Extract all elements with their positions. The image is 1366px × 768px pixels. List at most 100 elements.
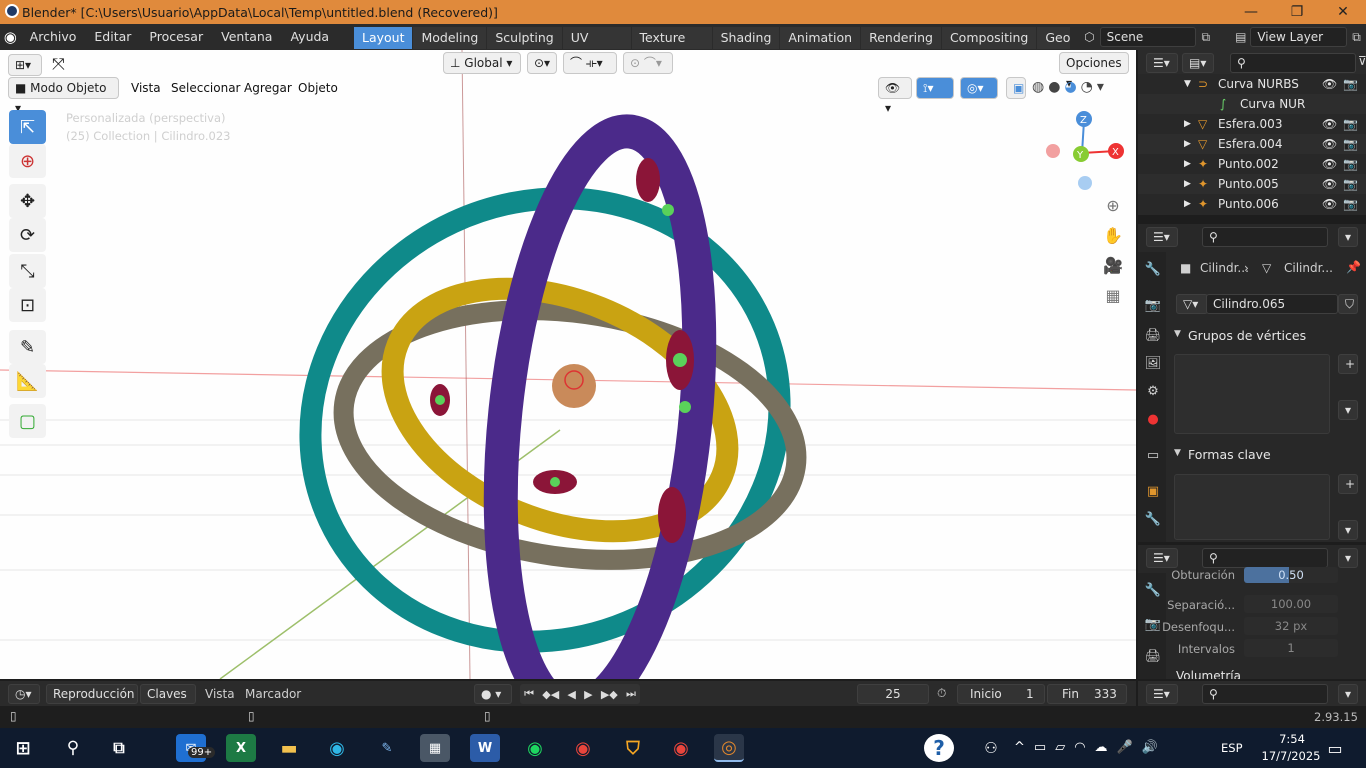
- mesh-name-field[interactable]: Cilindro.065: [1206, 294, 1338, 314]
- annotate-tool[interactable]: ✎: [9, 330, 46, 364]
- add-cube-tool[interactable]: ▢: [9, 404, 46, 438]
- current-frame-field[interactable]: 25: [857, 684, 929, 704]
- scene-tab-icon[interactable]: ⚙: [1144, 384, 1162, 402]
- jump-start-icon[interactable]: ⏮: [524, 687, 534, 701]
- shape-keys-collapse-icon[interactable]: ▼: [1174, 448, 1181, 458]
- transform-icon[interactable]: ⤧: [52, 54, 65, 74]
- spotify-icon[interactable]: ◉: [520, 734, 550, 762]
- word-icon[interactable]: W: [470, 734, 500, 762]
- transform-orientation-dropdown[interactable]: ⊥ Global ▾: [443, 52, 521, 74]
- xray-toggle[interactable]: ▣: [1006, 77, 1026, 99]
- pan-hand-icon[interactable]: ✋: [1102, 226, 1124, 248]
- shading-dropdown-icon[interactable]: ▾: [1097, 79, 1104, 95]
- next-keyframe-icon[interactable]: ▶◆: [601, 688, 618, 701]
- gizmo-toggle[interactable]: ⟟▾: [916, 77, 954, 99]
- tool-tab-icon[interactable]: 🔧: [1144, 262, 1162, 280]
- add-shape-key-button[interactable]: +: [1338, 474, 1358, 494]
- collapse-arrow-icon[interactable]: ▼: [1184, 79, 1198, 89]
- solid-shading-icon[interactable]: ●: [1048, 79, 1060, 95]
- task-view-icon[interactable]: ⧉: [104, 734, 134, 762]
- view-layer-field[interactable]: View Layer: [1250, 27, 1347, 47]
- excel-icon[interactable]: X: [226, 734, 256, 762]
- volume-icon[interactable]: 🔊: [1142, 740, 1158, 755]
- properties-options-button[interactable]: ▾: [1338, 548, 1358, 568]
- calculator-icon[interactable]: ▦: [420, 734, 450, 762]
- collection-tab-icon[interactable]: ▭: [1144, 448, 1162, 466]
- properties-options-button[interactable]: ▾: [1338, 684, 1358, 704]
- eye-icon[interactable]: 👁: [1322, 137, 1337, 151]
- output-tab-icon[interactable]: 🖨: [1144, 328, 1162, 346]
- filter-icon[interactable]: ⊽: [1358, 54, 1366, 68]
- vertex-groups-list[interactable]: [1174, 354, 1330, 434]
- notifications-icon[interactable]: ▭: [1320, 734, 1350, 762]
- 3d-viewport[interactable]: ⊞▾ ⤧ ⊥ Global ▾ ⊙▾ ⌒ ⟛▾ ⊙ ⌒▾ Opciones ▾ …: [0, 50, 1136, 679]
- menu-vista[interactable]: Vista: [131, 81, 161, 95]
- stopwatch-icon[interactable]: ⏱: [937, 686, 946, 701]
- windows-start-icon[interactable]: ⊞: [8, 734, 38, 762]
- properties-options-button[interactable]: ▾: [1338, 227, 1358, 247]
- overlays-toggle[interactable]: ◎▾: [960, 77, 998, 99]
- battery-icon[interactable]: ▭: [1034, 740, 1046, 755]
- zoom-icon[interactable]: ⊕: [1102, 196, 1124, 218]
- mic-icon[interactable]: 🎤: [1117, 740, 1133, 755]
- modifier-tab-icon[interactable]: 🔧: [1144, 512, 1162, 530]
- scale-tool[interactable]: ⤡: [9, 254, 46, 288]
- tab-rendering[interactable]: Rendering: [861, 27, 942, 49]
- tab-animation[interactable]: Animation: [780, 27, 862, 49]
- play-reverse-icon[interactable]: ◀: [567, 688, 575, 701]
- steps-field[interactable]: 1: [1244, 639, 1338, 657]
- outliner-editor-type[interactable]: ☰▾: [1146, 53, 1178, 73]
- move-tool[interactable]: ✥: [9, 184, 46, 218]
- rendered-shading-icon[interactable]: ◔: [1081, 79, 1093, 95]
- expand-arrow-icon[interactable]: ▶: [1184, 179, 1198, 189]
- properties-search-input[interactable]: ⚲: [1202, 227, 1328, 247]
- close-button[interactable]: ✕: [1320, 0, 1366, 24]
- auto-keying-toggle[interactable]: ● ▾: [474, 684, 512, 704]
- clock-time[interactable]: 7:54: [1266, 732, 1318, 746]
- navigation-gizmo[interactable]: Z X Y: [1040, 110, 1130, 200]
- people-icon[interactable]: ⚇: [976, 734, 1006, 762]
- vertex-groups-header[interactable]: Grupos de vértices: [1188, 328, 1306, 343]
- chrome-icon[interactable]: ◉: [568, 734, 598, 762]
- properties-search-input[interactable]: ⚲: [1202, 684, 1328, 704]
- properties-editor-type[interactable]: ☰▾: [1146, 684, 1178, 704]
- timeline-menu-marcador[interactable]: Marcador: [245, 687, 301, 701]
- material-shading-icon[interactable]: ◕: [1064, 79, 1076, 95]
- eye-icon[interactable]: 👁: [1322, 117, 1337, 131]
- blender-menu-icon[interactable]: ◉: [0, 28, 21, 46]
- properties-search-input[interactable]: ⚲: [1202, 548, 1328, 568]
- tab-modeling[interactable]: Modeling: [413, 27, 488, 49]
- measure-tool[interactable]: 📐: [9, 364, 46, 398]
- camera-view-icon[interactable]: 🎥: [1102, 256, 1124, 278]
- tab-sculpting[interactable]: Sculpting: [487, 27, 563, 49]
- menu-archivo[interactable]: Archivo: [21, 24, 86, 50]
- menu-seleccionar[interactable]: Seleccionar: [171, 81, 240, 95]
- file-explorer-icon[interactable]: ▬: [274, 734, 304, 762]
- shape-key-menu-button[interactable]: ▾: [1338, 520, 1358, 540]
- outliner-row[interactable]: ∫ Curva NUR: [1138, 94, 1366, 114]
- menu-agregar[interactable]: Agregar: [244, 81, 292, 95]
- jump-end-icon[interactable]: ⏭: [626, 687, 636, 701]
- menu-procesar[interactable]: Procesar: [140, 24, 212, 50]
- camera-icon[interactable]: 📷: [1343, 77, 1358, 91]
- outliner-row[interactable]: ▶ ▽ Esfera.003 👁 📷: [1138, 114, 1366, 134]
- visibility-dropdown[interactable]: 👁▾: [878, 77, 912, 115]
- app-icon[interactable]: ✎: [372, 734, 402, 762]
- maximize-button[interactable]: ❐: [1274, 0, 1320, 24]
- cloud-icon[interactable]: ☁: [1095, 740, 1108, 755]
- expand-arrow-icon[interactable]: ▶: [1184, 199, 1198, 209]
- timeline-editor-type[interactable]: ◷▾: [8, 684, 40, 704]
- outliner-row[interactable]: ▶ ▽ Esfera.004 👁 📷: [1138, 134, 1366, 154]
- menu-ayuda[interactable]: Ayuda: [281, 24, 338, 50]
- eye-icon[interactable]: 👁: [1322, 177, 1337, 191]
- outliner-row[interactable]: ▼ ⊃ Curva NURBS 👁 📷: [1138, 74, 1366, 94]
- separation-field[interactable]: 100.00: [1244, 595, 1338, 613]
- outliner-row[interactable]: ▶ ✦ Punto.006 👁 📷: [1138, 194, 1366, 214]
- shape-keys-list[interactable]: [1174, 474, 1330, 540]
- minimize-button[interactable]: —: [1228, 0, 1274, 24]
- pin-icon[interactable]: 📌: [1346, 260, 1361, 274]
- copy-scene-icon[interactable]: ⧉: [1196, 30, 1215, 45]
- eye-icon[interactable]: 👁: [1322, 77, 1337, 91]
- volumetrics-header[interactable]: Volumetría: [1176, 670, 1241, 679]
- properties-editor-type[interactable]: ☰▾: [1146, 548, 1178, 568]
